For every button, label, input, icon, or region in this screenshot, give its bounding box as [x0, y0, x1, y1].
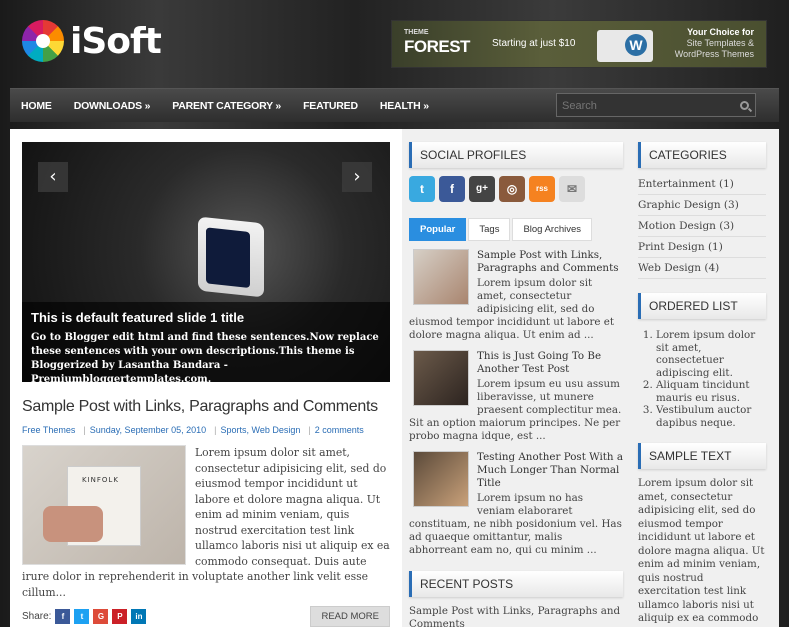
- category-item[interactable]: Motion Design (3): [638, 216, 766, 237]
- category-item[interactable]: Graphic Design (3): [638, 195, 766, 216]
- share-label: Share:: [22, 611, 52, 622]
- banner-starting: Starting at just $10: [492, 38, 576, 49]
- post-body: KINFOLK Lorem ipsum dolor sit amet, cons…: [22, 445, 390, 600]
- thumb-arm: [43, 506, 103, 542]
- sample-title: SAMPLE TEXT: [638, 443, 766, 469]
- meta-separator: |: [308, 425, 311, 435]
- wordpress-icon: [597, 30, 653, 62]
- categories-list: Entertainment (1) Graphic Design (3) Mot…: [638, 174, 766, 279]
- recent-posts-widget: RECENT POSTS Sample Post with Links, Par…: [409, 571, 623, 627]
- tab-blog-archives[interactable]: Blog Archives: [512, 218, 593, 241]
- ordered-item: Vestibulum auctor dapibus neque.: [656, 404, 766, 429]
- banner-choice-1: Your Choice for: [687, 27, 754, 37]
- banner-choice-3: WordPress Themes: [674, 49, 754, 59]
- main-column: ‹ › This is default featured slide 1 tit…: [22, 142, 390, 627]
- banner-choice: Your Choice for Site Templates & WordPre…: [675, 27, 754, 60]
- slide-title[interactable]: This is default featured slide 1 title: [31, 310, 381, 325]
- ordered-title: ORDERED LIST: [638, 293, 766, 319]
- social-title: SOCIAL PROFILES: [409, 142, 623, 168]
- popular-post: Testing Another Post With a Much Longer …: [409, 451, 623, 557]
- slide-caption: This is default featured slide 1 title G…: [22, 302, 390, 385]
- post-meta: Free Themes | Sunday, September 05, 2010…: [22, 425, 390, 435]
- sample-text-widget: SAMPLE TEXT Lorem ipsum dolor sit amet, …: [638, 443, 766, 627]
- nav-downloads[interactable]: DOWNLOADS »: [63, 100, 162, 112]
- social-icons: t f g+ ◎ rss ✉: [409, 176, 623, 202]
- instagram-icon[interactable]: ◎: [499, 176, 525, 202]
- sidebar-col-2: CATEGORIES Entertainment (1) Graphic Des…: [638, 142, 766, 627]
- featured-slider: ‹ › This is default featured slide 1 tit…: [22, 142, 390, 385]
- main-nav: HOME DOWNLOADS » PARENT CATEGORY » FEATU…: [10, 88, 779, 122]
- ad-banner[interactable]: THEME FOREST Starting at just $10 Your C…: [391, 20, 767, 68]
- popular-post: This is Just Going To Be Another Test Po…: [409, 350, 623, 443]
- post-author[interactable]: Free Themes: [22, 425, 75, 435]
- twitter-icon[interactable]: t: [409, 176, 435, 202]
- banner-brand-small: THEME: [404, 29, 429, 36]
- slider-next-button[interactable]: ›: [342, 162, 372, 192]
- slider-prev-button[interactable]: ‹: [38, 162, 68, 192]
- popular-thumb[interactable]: [413, 451, 469, 507]
- meta-separator: |: [83, 425, 86, 435]
- logo-text: iSoft: [70, 20, 162, 62]
- site-logo[interactable]: iSoft: [22, 20, 162, 62]
- recent-post-link[interactable]: Sample Post with Links, Paragraphs and C…: [409, 605, 623, 627]
- post-date[interactable]: Sunday, September 05, 2010: [90, 425, 206, 435]
- facebook-icon[interactable]: f: [439, 176, 465, 202]
- email-icon[interactable]: ✉: [559, 176, 585, 202]
- ordered-item: Lorem ipsum dolor sit amet, consectetuer…: [656, 329, 766, 379]
- category-item[interactable]: Entertainment (1): [638, 174, 766, 195]
- search-icon[interactable]: [740, 101, 749, 110]
- ordered-list: Lorem ipsum dolor sit amet, consectetuer…: [656, 329, 766, 429]
- share-linkedin-icon[interactable]: in: [131, 609, 147, 624]
- category-item[interactable]: Web Design (4): [638, 258, 766, 279]
- banner-choice-2: Site Templates &: [686, 38, 754, 48]
- share-facebook-icon[interactable]: f: [55, 609, 71, 624]
- popular-thumb[interactable]: [413, 350, 469, 406]
- popular-post: Sample Post with Links, Paragraphs and C…: [409, 249, 623, 342]
- logo-wheel-icon: [22, 20, 64, 62]
- nav-featured[interactable]: FEATURED: [292, 100, 369, 112]
- categories-title: CATEGORIES: [638, 142, 766, 168]
- share-pinterest-icon[interactable]: P: [112, 609, 128, 624]
- share-bar: Share: f t G P in READ MORE: [22, 606, 390, 627]
- ordered-item: Aliquam tincidunt mauris eu risus.: [656, 379, 766, 404]
- category-item[interactable]: Print Design (1): [638, 237, 766, 258]
- post-labels[interactable]: Sports, Web Design: [220, 425, 300, 435]
- search-input[interactable]: [557, 96, 737, 116]
- sample-text: Lorem ipsum dolor sit amet, consectetur …: [638, 477, 765, 627]
- sidebar-col-1: SOCIAL PROFILES t f g+ ◎ rss ✉ Popular T…: [409, 142, 623, 627]
- post-thumbnail[interactable]: KINFOLK: [22, 445, 186, 565]
- recent-title: RECENT POSTS: [409, 571, 623, 597]
- popular-thumb[interactable]: [413, 249, 469, 305]
- slide-text: Go to Blogger edit html and find these s…: [31, 332, 379, 385]
- widget-tabs: Popular Tags Blog Archives: [409, 218, 623, 241]
- meta-separator: |: [214, 425, 217, 435]
- nav-home[interactable]: HOME: [10, 100, 63, 112]
- tab-tags[interactable]: Tags: [468, 218, 511, 241]
- post-title[interactable]: Sample Post with Links, Paragraphs and C…: [22, 398, 390, 416]
- share-google-icon[interactable]: G: [93, 609, 109, 624]
- search-box: [556, 93, 756, 117]
- nav-health[interactable]: HEALTH »: [369, 100, 440, 112]
- sidebar: SOCIAL PROFILES t f g+ ◎ rss ✉ Popular T…: [402, 129, 779, 627]
- nav-parent-category[interactable]: PARENT CATEGORY »: [161, 100, 292, 112]
- google-plus-icon[interactable]: g+: [469, 176, 495, 202]
- post-comments[interactable]: 2 comments: [315, 425, 364, 435]
- banner-brand-big: FOREST: [404, 37, 470, 56]
- tab-popular[interactable]: Popular: [409, 218, 467, 241]
- site-header: iSoft THEME FOREST Starting at just $10 …: [10, 0, 779, 86]
- thumb-book-title: KINFOLK: [82, 476, 119, 484]
- read-more-button[interactable]: READ MORE: [310, 606, 390, 627]
- share-twitter-icon[interactable]: t: [74, 609, 90, 624]
- rss-icon[interactable]: rss: [529, 176, 555, 202]
- content-area: ‹ › This is default featured slide 1 tit…: [10, 129, 779, 627]
- ordered-list-widget: ORDERED LIST Lorem ipsum dolor sit amet,…: [638, 293, 766, 429]
- slide-image: [198, 216, 264, 298]
